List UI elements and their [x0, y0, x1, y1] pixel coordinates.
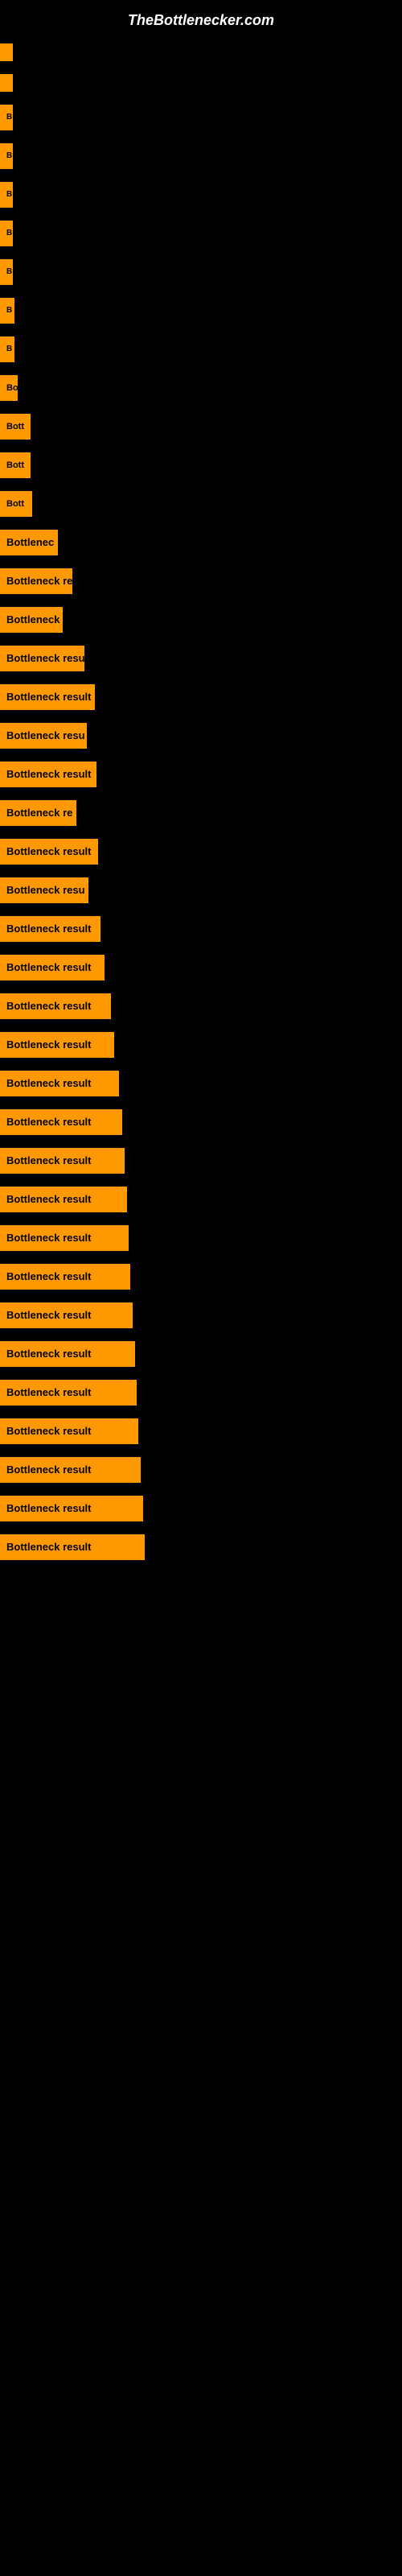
bar-row: Bottleneck resu — [0, 639, 402, 678]
bar-label: Bottleneck — [0, 607, 63, 633]
bar-row: B — [0, 98, 402, 137]
bar-label: B — [0, 221, 13, 246]
bar-label: Bottleneck result — [0, 1071, 119, 1096]
bar-row: Bottleneck result — [0, 1103, 402, 1141]
bar-label — [0, 74, 13, 92]
bar-row: B — [0, 175, 402, 214]
bar-row: B — [0, 137, 402, 175]
bar-label: Bottleneck result — [0, 1457, 141, 1483]
bar-label: Bottleneck result — [0, 955, 105, 980]
bar-label: Bott — [0, 414, 31, 440]
bar-label: B — [0, 298, 14, 324]
bar-row: Bottleneck result — [0, 755, 402, 794]
bar-row: Bottleneck result — [0, 910, 402, 948]
bar-row: Bottleneck result — [0, 1412, 402, 1451]
bar-label: Bottleneck result — [0, 1418, 138, 1444]
bar-row: Bottleneck result — [0, 987, 402, 1026]
bar-row: Bottleneck re — [0, 794, 402, 832]
bar-row: Bottleneck result — [0, 1451, 402, 1489]
chart-area: BBBBBBBBoBottBottBottBottlenecBottleneck… — [0, 37, 402, 1567]
bar-row: Bottleneck result — [0, 832, 402, 871]
bar-label: Bottlenec — [0, 530, 58, 555]
bar-row: Bottleneck result — [0, 948, 402, 987]
bar-label: Bottleneck result — [0, 1341, 135, 1367]
bar-row: B — [0, 214, 402, 253]
bar-row: Bottleneck result — [0, 1219, 402, 1257]
bar-row: Bottleneck result — [0, 678, 402, 716]
bar-label: Bottleneck result — [0, 839, 98, 865]
bar-row: Bottleneck re — [0, 562, 402, 601]
bar-label: Bottleneck result — [0, 1109, 122, 1135]
bar-label: Bottleneck resu — [0, 723, 87, 749]
bar-label: Bottleneck result — [0, 762, 96, 787]
bar-label: Bottleneck result — [0, 1380, 137, 1406]
bar-label: Bottleneck resu — [0, 877, 88, 903]
site-title: TheBottlenecker.com — [0, 0, 402, 37]
page-container: TheBottlenecker.com BBBBBBBBoBottBottBot… — [0, 0, 402, 2576]
bar-label: Bottleneck result — [0, 1187, 127, 1212]
bar-row: Bottlenec — [0, 523, 402, 562]
bar-row: Bottleneck — [0, 601, 402, 639]
bar-label: Bottleneck result — [0, 1534, 145, 1560]
bar-row — [0, 68, 402, 98]
bar-label: B — [0, 259, 13, 285]
bar-row: Bottleneck result — [0, 1064, 402, 1103]
bar-row: Bottleneck result — [0, 1528, 402, 1567]
bar-label: Bottleneck result — [0, 1496, 143, 1521]
bar-label: Bottleneck result — [0, 1148, 125, 1174]
bar-row: B — [0, 253, 402, 291]
bar-row: Bo — [0, 369, 402, 407]
bar-label: Bottleneck result — [0, 1302, 133, 1328]
bar-label — [0, 43, 13, 61]
bar-label: Bott — [0, 452, 31, 478]
bar-row: Bottleneck resu — [0, 716, 402, 755]
bar-label: Bottleneck result — [0, 1032, 114, 1058]
bar-label: B — [0, 105, 13, 130]
bar-row: Bottleneck result — [0, 1180, 402, 1219]
bar-row: Bottleneck result — [0, 1373, 402, 1412]
bar-row: Bottleneck resu — [0, 871, 402, 910]
bar-label: Bottleneck result — [0, 1225, 129, 1251]
bar-row: Bottleneck result — [0, 1026, 402, 1064]
bar-row: B — [0, 291, 402, 330]
bar-row: Bottleneck result — [0, 1489, 402, 1528]
bar-row: Bottleneck result — [0, 1335, 402, 1373]
bar-label: Bott — [0, 491, 32, 517]
bar-label: B — [0, 143, 13, 169]
bar-label: Bo — [0, 375, 18, 401]
bar-row: Bott — [0, 446, 402, 485]
bar-label: B — [0, 182, 13, 208]
bar-label: Bottleneck re — [0, 568, 72, 594]
bar-label: B — [0, 336, 14, 362]
bar-row: Bottleneck result — [0, 1257, 402, 1296]
bar-label: Bottleneck result — [0, 916, 100, 942]
bar-row: B — [0, 330, 402, 369]
bar-row: Bottleneck result — [0, 1296, 402, 1335]
bar-row: Bottleneck result — [0, 1141, 402, 1180]
bar-row — [0, 37, 402, 68]
bar-label: Bottleneck resu — [0, 646, 84, 671]
bar-row: Bott — [0, 485, 402, 523]
bar-label: Bottleneck re — [0, 800, 76, 826]
bar-label: Bottleneck result — [0, 993, 111, 1019]
bar-label: Bottleneck result — [0, 1264, 130, 1290]
bar-label: Bottleneck result — [0, 684, 95, 710]
bar-row: Bott — [0, 407, 402, 446]
